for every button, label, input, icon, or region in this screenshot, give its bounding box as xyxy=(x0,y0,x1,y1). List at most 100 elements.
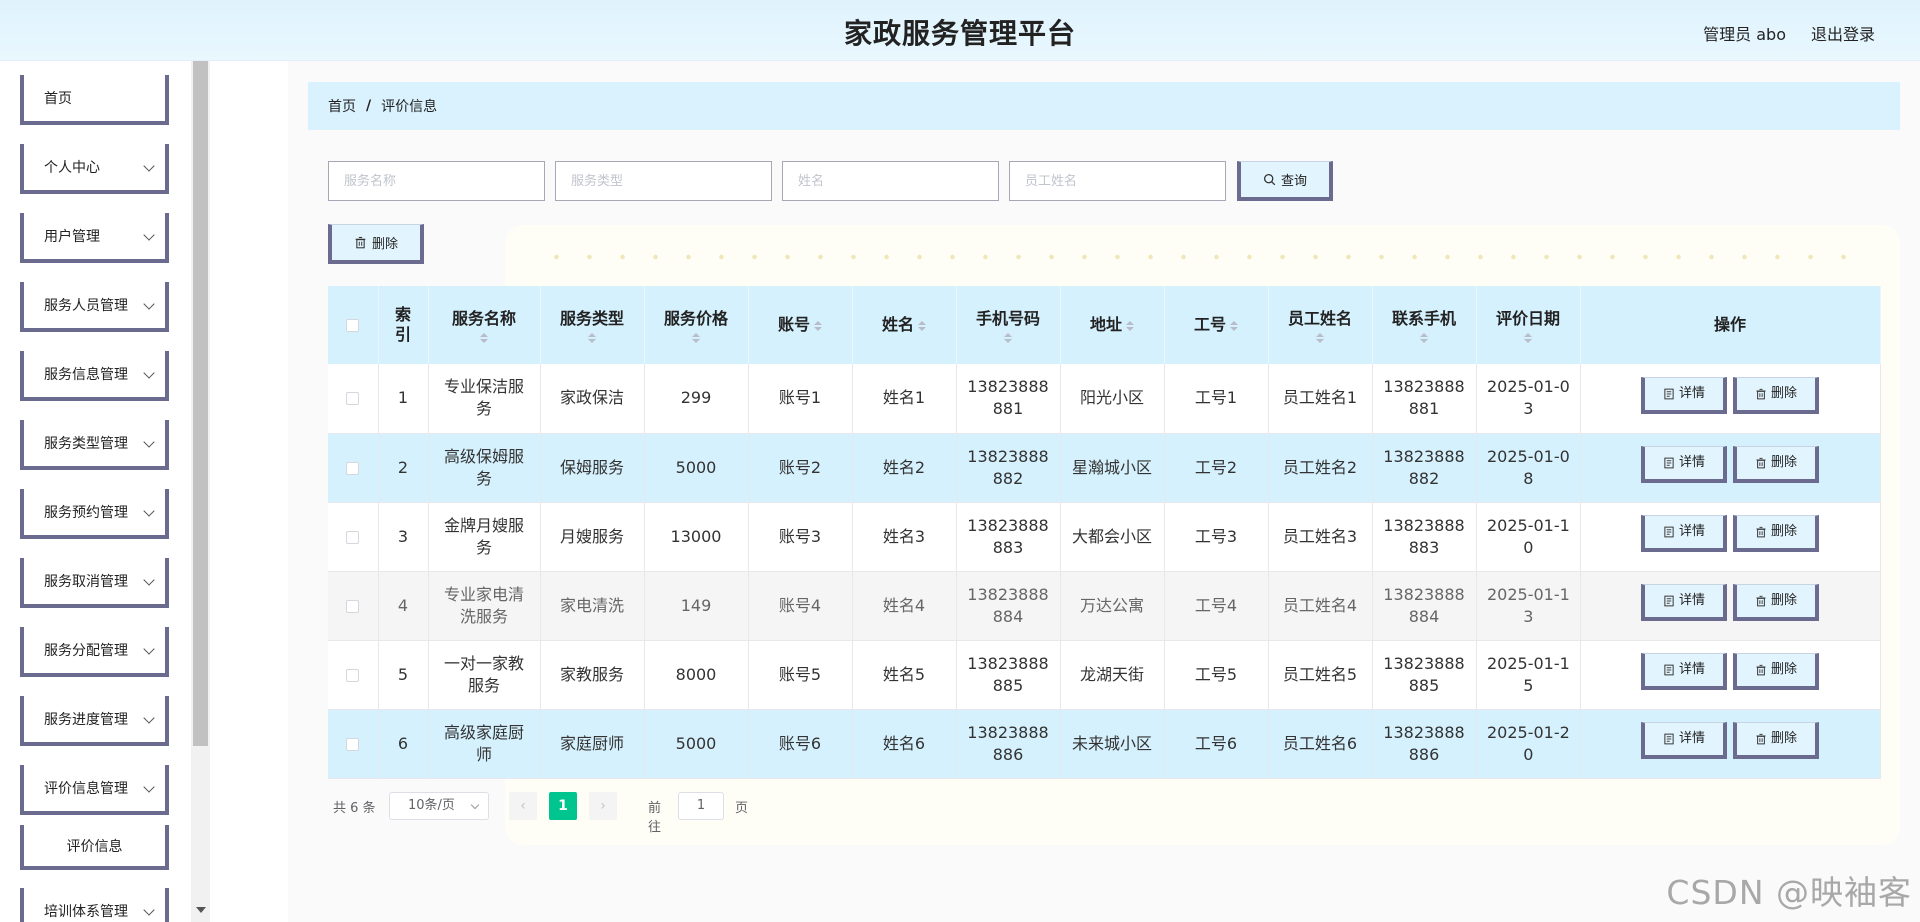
page-size-select[interactable]: 10条/页 xyxy=(389,792,489,820)
cell-name: 姓名3 xyxy=(852,502,957,572)
detail-button[interactable]: 详情 xyxy=(1641,653,1727,690)
sort-icon[interactable] xyxy=(1004,332,1012,343)
row-delete-button[interactable]: 删除 xyxy=(1733,722,1819,759)
service-type-input[interactable] xyxy=(555,161,772,201)
detail-button-label: 详情 xyxy=(1678,662,1705,677)
row-checkbox[interactable] xyxy=(346,530,360,544)
page-number-button[interactable]: 1 xyxy=(549,792,577,820)
sort-icon[interactable] xyxy=(1316,332,1324,343)
cell-service-name: 高级保姆服务 xyxy=(428,433,541,503)
chevron-down-icon xyxy=(470,800,480,810)
row-actions-cell: 详情 删除 xyxy=(1580,640,1881,710)
sort-icon[interactable] xyxy=(1126,320,1134,331)
row-delete-button[interactable]: 删除 xyxy=(1733,584,1819,621)
sort-icon[interactable] xyxy=(814,320,822,331)
column-header-review-date[interactable]: 评价日期 xyxy=(1476,286,1581,364)
sidebar-item-2[interactable]: 用户管理 xyxy=(20,213,169,263)
row-checkbox[interactable] xyxy=(346,599,360,613)
sort-icon[interactable] xyxy=(1524,332,1532,343)
cell-address: 龙湖天街 xyxy=(1060,640,1165,710)
logout-button[interactable]: 退出登录 xyxy=(1811,21,1875,45)
sidebar-item-label: 服务分配管理 xyxy=(44,643,128,659)
row-delete-button[interactable]: 删除 xyxy=(1733,653,1819,690)
sidebar-item-training[interactable]: 培训体系管理 xyxy=(20,888,169,922)
row-checkbox[interactable] xyxy=(346,461,360,475)
query-button[interactable]: 查询 xyxy=(1237,161,1333,201)
detail-button[interactable]: 详情 xyxy=(1641,446,1727,483)
cell-text: 账号4 xyxy=(778,595,822,615)
sidebar-item-9[interactable]: 服务进度管理 xyxy=(20,696,169,746)
sidebar-item-6[interactable]: 服务预约管理 xyxy=(20,489,169,539)
column-header-label: 联系手机 xyxy=(1391,308,1456,328)
column-header-service-type[interactable]: 服务类型 xyxy=(540,286,645,364)
table-row[interactable]: 1 专业保洁服务 家政保洁 299 账号1 姓名1 13823888881 阳光小区 工号1 员工… xyxy=(328,364,1881,434)
column-header-account[interactable]: 账号 xyxy=(748,286,853,364)
sidebar-subitem-label: 评价信息 xyxy=(66,838,123,855)
sidebar-item-4[interactable]: 服务信息管理 xyxy=(20,351,169,401)
column-header-label: 地址 xyxy=(1089,315,1122,334)
column-header-price[interactable]: 服务价格 xyxy=(644,286,749,364)
sort-icon[interactable] xyxy=(1420,332,1428,343)
sidebar-item-0[interactable]: 首页 xyxy=(20,75,169,125)
select-all-checkbox[interactable] xyxy=(346,319,360,332)
sidebar-item-label: 服务预约管理 xyxy=(44,505,128,521)
sidebar-subitem-review-info[interactable]: 评价信息 xyxy=(20,825,169,870)
detail-button-label: 详情 xyxy=(1678,593,1705,608)
column-header-employee-id[interactable]: 工号 xyxy=(1164,286,1269,364)
column-header-address[interactable]: 地址 xyxy=(1060,286,1165,364)
row-checkbox[interactable] xyxy=(346,668,360,682)
sort-icon[interactable] xyxy=(1230,320,1238,331)
sort-icon[interactable] xyxy=(480,332,488,343)
cell-text: 大都会小区 xyxy=(1071,526,1152,546)
sidebar-item-3[interactable]: 服务人员管理 xyxy=(20,282,169,332)
table-row[interactable]: 5 一对一家教服务 家教服务 8000 账号5 姓名5 13823888885 龙湖天街 工号5… xyxy=(328,640,1881,710)
chevron-down-icon xyxy=(143,229,155,241)
cell-contact-phone: 13823888884 xyxy=(1372,571,1477,641)
sidebar-item-10[interactable]: 评价信息管理 xyxy=(20,765,169,815)
detail-button[interactable]: 详情 xyxy=(1641,515,1727,552)
row-delete-button[interactable]: 删除 xyxy=(1733,446,1819,483)
table-row[interactable]: 2 高级保姆服务 保姆服务 5000 账号2 姓名2 13823888882 星瀚城小区 工号2… xyxy=(328,433,1881,503)
detail-button[interactable]: 详情 xyxy=(1641,722,1727,759)
service-name-input[interactable] xyxy=(328,161,545,201)
detail-button[interactable]: 详情 xyxy=(1641,584,1727,621)
table-row[interactable]: 4 专业家电清洗服务 家电清洗 149 账号4 姓名4 13823888884 万达公寓 工号4… xyxy=(328,571,1881,641)
cell-text: 账号1 xyxy=(778,388,822,408)
row-checkbox[interactable] xyxy=(346,392,360,406)
cell-text: 6 xyxy=(397,733,409,753)
scroll-down-arrow-icon[interactable] xyxy=(196,907,206,913)
sidebar-item-label: 服务进度管理 xyxy=(44,712,128,728)
cell-employee-id: 工号2 xyxy=(1164,433,1269,503)
row-delete-button[interactable]: 删除 xyxy=(1733,376,1819,414)
sidebar-scrollbar-thumb[interactable] xyxy=(193,61,208,746)
table-row[interactable]: 3 金牌月嫂服务 月嫂服务 13000 账号3 姓名3 13823888883 大都会小区 工号… xyxy=(328,502,1881,572)
name-input[interactable] xyxy=(782,161,999,201)
cell-service-type: 家庭厨师 xyxy=(540,709,645,779)
sidebar-item-8[interactable]: 服务分配管理 xyxy=(20,627,169,677)
column-header-name[interactable]: 姓名 xyxy=(852,286,957,364)
chevron-down-icon xyxy=(143,436,155,448)
row-checkbox[interactable] xyxy=(346,737,360,751)
sidebar-item-5[interactable]: 服务类型管理 xyxy=(20,420,169,470)
sort-icon[interactable] xyxy=(588,332,596,343)
goto-page-input[interactable]: 1 xyxy=(678,792,724,820)
batch-delete-button[interactable]: 删除 xyxy=(328,224,424,264)
row-delete-button[interactable]: 删除 xyxy=(1733,515,1819,552)
sort-icon[interactable] xyxy=(918,320,926,331)
column-header-contact-phone[interactable]: 联系手机 xyxy=(1372,286,1477,364)
employee-name-input[interactable] xyxy=(1009,161,1226,201)
sidebar-item-1[interactable]: 个人中心 xyxy=(20,144,169,194)
table-row[interactable]: 6 高级家庭厨师 家庭厨师 5000 账号6 姓名6 13823888886 未来城小区 工号6… xyxy=(328,709,1881,779)
sidebar-item-7[interactable]: 服务取消管理 xyxy=(20,558,169,608)
sort-icon[interactable] xyxy=(692,332,700,343)
column-header-phone[interactable]: 手机号码 xyxy=(956,286,1061,364)
column-header-service-name[interactable]: 服务名称 xyxy=(428,286,541,364)
next-page-button[interactable]: › xyxy=(589,792,617,820)
cell-review-date: 2025-01-20 xyxy=(1476,709,1581,779)
breadcrumb-home[interactable]: 首页 xyxy=(328,96,356,116)
detail-button[interactable]: 详情 xyxy=(1641,376,1727,414)
prev-page-button[interactable]: ‹ xyxy=(509,792,537,820)
cell-text: 工号3 xyxy=(1194,526,1238,546)
review-table: 索引 服务名称 服务类型 服务价格 账号 姓名 手机号码 地址 工号 员工姓名 联系手机 评价日期 操作… xyxy=(328,286,1881,779)
column-header-employee-name[interactable]: 员工姓名 xyxy=(1268,286,1373,364)
